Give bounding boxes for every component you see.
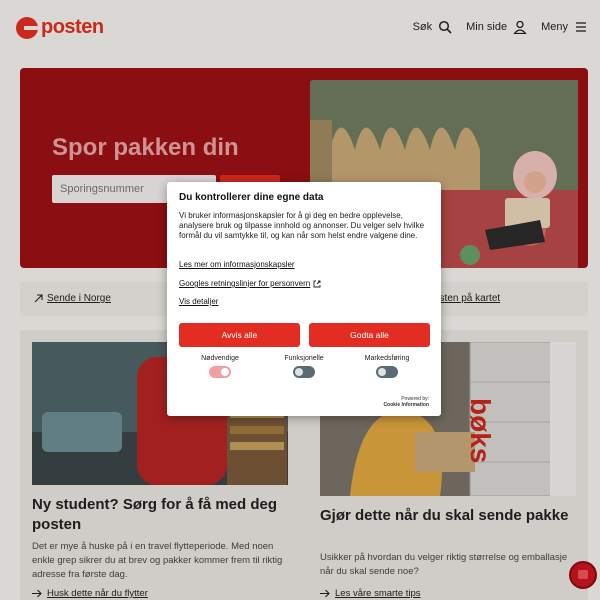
powered-by: Powered by: Cookie Information (383, 396, 429, 408)
toggle-marketing[interactable] (376, 366, 398, 378)
accept-all-button[interactable]: Godta alle (309, 323, 430, 347)
external-link-icon (313, 280, 321, 287)
link-cookie-info-label: Les mer om informasjonskapsler (179, 260, 295, 269)
toggle-label-necessary: Nødvendige (201, 355, 239, 362)
link-google-privacy[interactable]: Googles retningslinjer for personvern (179, 279, 321, 288)
powered-by-vendor: Cookie Information (383, 402, 429, 408)
toggle-knob (295, 368, 303, 376)
link-show-details[interactable]: Vis detaljer (179, 297, 218, 306)
toggle-knob (378, 368, 386, 376)
chat-widget-button[interactable] (569, 561, 597, 589)
toggle-label-functional: Funksjonelle (284, 355, 324, 362)
toggle-necessary (209, 366, 231, 378)
dialog-body: Vi bruker informasjonskapsler for å gi d… (179, 211, 425, 240)
link-cookie-info[interactable]: Les mer om informasjonskapsler (179, 260, 295, 269)
link-google-privacy-label: Googles retningslinjer for personvern (179, 279, 311, 288)
toggle-knob (221, 368, 229, 376)
link-show-details-label: Vis detaljer (179, 297, 219, 306)
reject-all-button[interactable]: Avvis alle (179, 323, 300, 347)
dialog-title: Du kontrollerer dine egne data (179, 192, 324, 203)
toggle-functional[interactable] (293, 366, 315, 378)
cookie-consent-dialog: Du kontrollerer dine egne data Vi bruker… (167, 182, 441, 416)
toggle-label-marketing: Markedsføring (364, 355, 410, 362)
